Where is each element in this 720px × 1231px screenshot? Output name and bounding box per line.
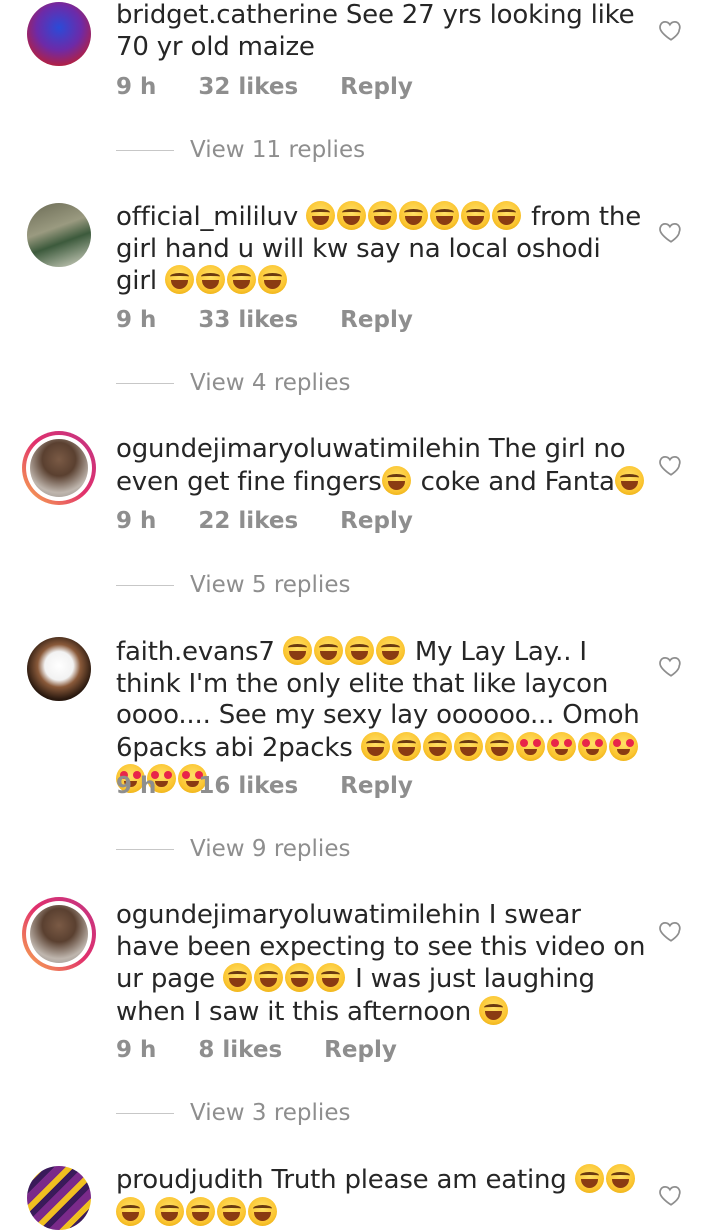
comment-meta: 9 h 33 likes Reply	[116, 307, 447, 333]
laugh-emoji-icon	[257, 265, 287, 294]
comment-likes[interactable]: 16 likes	[198, 773, 298, 799]
view-replies-button[interactable]: View 3 replies	[116, 1100, 350, 1126]
avatar[interactable]	[27, 637, 91, 701]
laugh-emoji-icon	[248, 1196, 278, 1226]
heart-eyes-emoji-icon	[546, 731, 576, 761]
laugh-emoji-icon	[164, 265, 194, 294]
view-replies-button[interactable]: View 4 replies	[116, 370, 350, 396]
view-replies-label: View 3 replies	[190, 1100, 351, 1126]
reply-button[interactable]: Reply	[340, 773, 413, 799]
comment-body: proudjudith Truth please am eating	[116, 1164, 646, 1229]
laugh-emoji-icon	[574, 1164, 604, 1193]
comment-text: Truth please am eating	[271, 1165, 567, 1195]
laugh-emoji-icon	[391, 731, 421, 761]
laugh-emoji-icon	[605, 1164, 635, 1193]
heart-outline-icon[interactable]	[658, 1182, 684, 1208]
laugh-emoji-icon	[155, 1196, 185, 1226]
reply-button[interactable]: Reply	[340, 508, 413, 534]
laugh-emoji-icon	[337, 201, 367, 230]
laugh-emoji-icon	[479, 995, 509, 1025]
laugh-emoji-icon	[306, 201, 336, 230]
comment-body: ogundejimaryoluwatimilehin The girl no e…	[116, 434, 646, 498]
heart-outline-icon[interactable]	[658, 17, 684, 43]
laugh-emoji-icon	[461, 201, 491, 230]
comment-username[interactable]: bridget.catherine	[116, 0, 338, 30]
laugh-emoji-icon	[368, 201, 398, 230]
comment-time: 9 h	[116, 1037, 157, 1063]
reply-button[interactable]: Reply	[324, 1037, 397, 1063]
view-replies-label: View 4 replies	[190, 370, 351, 396]
avatar[interactable]	[27, 203, 91, 267]
view-replies-button[interactable]: View 11 replies	[116, 137, 365, 163]
comment-likes[interactable]: 33 likes	[198, 307, 298, 333]
laugh-emoji-icon	[195, 265, 225, 294]
comment-text: coke and Fanta	[420, 466, 615, 497]
comment-body: ogundejimaryoluwatimilehin I swear have …	[116, 900, 646, 1028]
comment-likes[interactable]: 22 likes	[198, 508, 298, 534]
heart-outline-icon[interactable]	[658, 452, 684, 478]
comment-body: official_mililuv from the girl hand u wi…	[116, 201, 646, 298]
laugh-emoji-icon	[313, 636, 343, 665]
laugh-emoji-icon	[226, 265, 256, 294]
laugh-emoji-icon	[614, 465, 644, 495]
replies-divider	[116, 150, 174, 151]
laugh-emoji-icon	[217, 1196, 247, 1226]
comment-likes[interactable]: 32 likes	[198, 74, 298, 100]
laugh-emoji-icon	[285, 963, 315, 992]
replies-divider	[116, 585, 174, 586]
heart-eyes-emoji-icon	[515, 731, 545, 761]
laugh-emoji-icon	[453, 731, 483, 761]
laugh-emoji-icon	[399, 201, 429, 230]
avatar[interactable]	[27, 1166, 91, 1230]
replies-divider	[116, 849, 174, 850]
comment-username[interactable]: proudjudith	[116, 1165, 264, 1195]
comment-username[interactable]: official_mililuv	[116, 202, 298, 232]
comment-likes[interactable]: 8 likes	[198, 1037, 282, 1063]
comment-meta: 9 h 22 likes Reply	[116, 508, 447, 534]
laugh-emoji-icon	[360, 731, 390, 761]
laugh-emoji-icon	[381, 465, 411, 495]
comment-username[interactable]: ogundejimaryoluwatimilehin	[116, 434, 481, 464]
laugh-emoji-icon	[422, 731, 452, 761]
view-replies-label: View 11 replies	[190, 137, 366, 163]
laugh-emoji-icon	[316, 963, 346, 992]
comment-body: bridget.catherine See 27 yrs looking lik…	[116, 0, 646, 63]
comment-time: 9 h	[116, 508, 157, 534]
reply-button[interactable]: Reply	[340, 307, 413, 333]
laugh-emoji-icon	[484, 731, 514, 761]
avatar[interactable]	[22, 897, 96, 971]
heart-outline-icon[interactable]	[658, 653, 684, 679]
view-replies-button[interactable]: View 5 replies	[116, 572, 350, 598]
laugh-emoji-icon	[282, 636, 312, 665]
heart-outline-icon[interactable]	[658, 918, 684, 944]
laugh-emoji-icon	[186, 1196, 216, 1226]
comment-meta: 9 h 16 likes Reply	[116, 773, 447, 799]
comment-username[interactable]: ogundejimaryoluwatimilehin	[116, 900, 481, 930]
replies-divider	[116, 383, 174, 384]
laugh-emoji-icon	[430, 201, 460, 230]
comment-username[interactable]: faith.evans7	[116, 637, 275, 667]
laugh-emoji-icon	[492, 201, 522, 230]
comment-meta: 9 h 8 likes Reply	[116, 1037, 431, 1063]
view-replies-button[interactable]: View 9 replies	[116, 836, 350, 862]
laugh-emoji-icon	[344, 636, 374, 665]
comment-time: 9 h	[116, 773, 157, 799]
view-replies-label: View 5 replies	[190, 572, 351, 598]
reply-button[interactable]: Reply	[340, 74, 413, 100]
laugh-emoji-icon	[223, 963, 253, 992]
laugh-emoji-icon	[116, 1196, 145, 1226]
comment-time: 9 h	[116, 74, 157, 100]
avatar[interactable]	[27, 2, 91, 66]
avatar[interactable]	[22, 431, 96, 505]
laugh-emoji-icon	[254, 963, 284, 992]
heart-eyes-emoji-icon	[577, 731, 607, 761]
comment-meta: 9 h 32 likes Reply	[116, 74, 447, 100]
laugh-emoji-icon	[375, 636, 405, 665]
replies-divider	[116, 1113, 174, 1114]
heart-eyes-emoji-icon	[608, 731, 638, 761]
view-replies-label: View 9 replies	[190, 836, 351, 862]
heart-outline-icon[interactable]	[658, 219, 684, 245]
comment-time: 9 h	[116, 307, 157, 333]
